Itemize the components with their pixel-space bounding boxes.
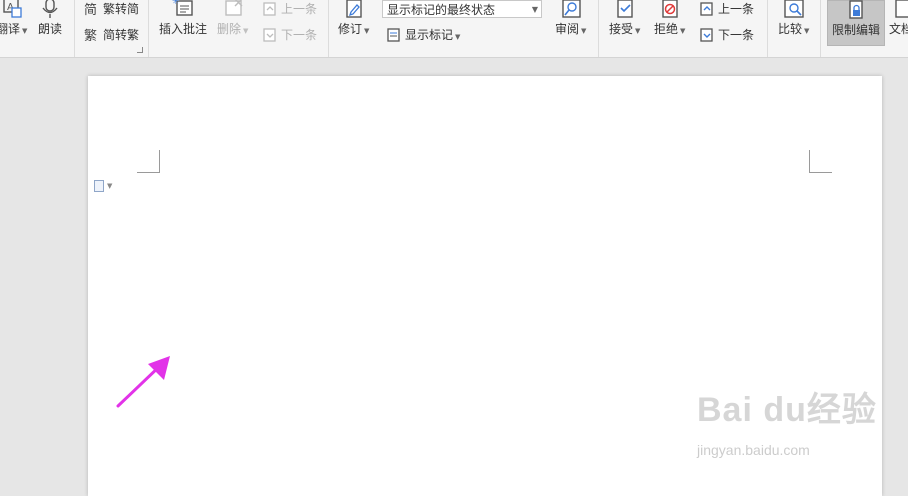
read-aloud-label: 朗读	[38, 22, 62, 36]
lock-icon	[845, 0, 867, 20]
insert-comment-button[interactable]: ✳ 插入批注	[159, 0, 207, 36]
svg-text:✳: ✳	[172, 0, 180, 7]
group-separator	[148, 0, 149, 57]
compare-button[interactable]: 比较▼	[778, 0, 809, 38]
read-aloud-button[interactable]: 朗读	[38, 0, 62, 36]
document-permission-button[interactable]: 文档	[889, 0, 908, 36]
review-pane-icon	[560, 0, 582, 19]
review-ribbon: A 翻译▼ 朗读 简 繁转简 繁 简转繁 ✳ 插入批注 删除▼	[0, 0, 908, 58]
delete-comment-button[interactable]: 删除▼	[217, 0, 248, 38]
show-markup-icon	[386, 27, 402, 43]
show-markup-label: 显示标记	[405, 28, 453, 42]
next-comment-button[interactable]: 下一条	[262, 26, 317, 43]
trad-to-simp-icon: 简	[84, 1, 100, 17]
restrict-editing-content: 限制编辑	[832, 0, 880, 37]
prev-comment-icon	[262, 1, 278, 17]
chevron-down-icon: ▼	[532, 5, 538, 14]
accept-change-label: 接受	[609, 22, 633, 36]
delete-comment-icon	[222, 0, 244, 19]
accept-change-button[interactable]: 接受▼	[609, 0, 640, 38]
review-pane-button[interactable]: 审阅▼	[555, 0, 586, 38]
next-change-button[interactable]: 下一条	[699, 26, 754, 43]
markup-state-select[interactable]: 显示标记的最终状态 ▼	[382, 0, 542, 18]
accept-icon	[614, 0, 636, 19]
simp-to-trad-label: 简转繁	[103, 26, 139, 43]
translate-icon: A	[1, 0, 23, 19]
track-changes-button[interactable]: 修订▼	[338, 0, 369, 38]
group-separator	[328, 0, 329, 57]
prev-change-icon	[699, 1, 715, 17]
next-change-icon	[699, 27, 715, 43]
group-launcher-icon[interactable]	[137, 47, 143, 53]
next-comment-label: 下一条	[281, 26, 317, 43]
compare-icon	[783, 0, 805, 19]
paragraph-layout-handle[interactable]: ▼	[94, 180, 112, 192]
trad-to-simp-label: 繁转简	[103, 0, 139, 17]
margin-corner-top-left	[137, 150, 160, 173]
microphone-icon	[39, 0, 61, 19]
chevron-down-icon: ▼	[107, 182, 112, 190]
group-separator	[598, 0, 599, 57]
document-permission-label: 文档	[889, 22, 908, 36]
prev-comment-label: 上一条	[281, 0, 317, 17]
paragraph-icon	[94, 180, 104, 192]
track-changes-icon	[343, 0, 365, 19]
simp-to-trad-button[interactable]: 繁 简转繁	[84, 26, 139, 43]
restrict-editing-button[interactable]: 限制编辑	[827, 0, 885, 46]
group-separator	[820, 0, 821, 57]
review-pane-label: 审阅	[555, 22, 579, 36]
document-icon	[892, 0, 908, 19]
margin-corner-top-right	[809, 150, 832, 173]
delete-comment-label: 删除	[217, 22, 241, 36]
simp-to-trad-icon: 繁	[84, 27, 100, 43]
next-comment-icon	[262, 27, 278, 43]
insert-comment-label: 插入批注	[159, 22, 207, 36]
markup-state-value: 显示标记的最终状态	[387, 1, 495, 18]
insert-comment-icon: ✳	[172, 0, 194, 19]
track-changes-label: 修订	[338, 22, 362, 36]
reject-change-label: 拒绝	[654, 22, 678, 36]
translate-label: 翻译	[0, 22, 20, 36]
compare-label: 比较	[778, 22, 802, 36]
translate-button[interactable]: A 翻译▼	[0, 0, 27, 38]
restrict-editing-label: 限制编辑	[832, 23, 880, 37]
prev-comment-button[interactable]: 上一条	[262, 0, 317, 17]
annotation-arrow-icon	[110, 350, 180, 415]
svg-text:简: 简	[84, 2, 97, 17]
next-change-label: 下一条	[718, 26, 754, 43]
svg-text:繁: 繁	[84, 28, 97, 43]
group-separator	[74, 0, 75, 57]
document-page[interactable]: ▼	[88, 76, 882, 496]
prev-change-button[interactable]: 上一条	[699, 0, 754, 17]
reject-change-button[interactable]: 拒绝▼	[654, 0, 685, 38]
group-separator	[767, 0, 768, 57]
trad-to-simp-button[interactable]: 简 繁转简	[84, 0, 139, 17]
show-markup-button[interactable]: 显示标记▼	[386, 26, 460, 43]
prev-change-label: 上一条	[718, 0, 754, 17]
reject-icon	[659, 0, 681, 19]
